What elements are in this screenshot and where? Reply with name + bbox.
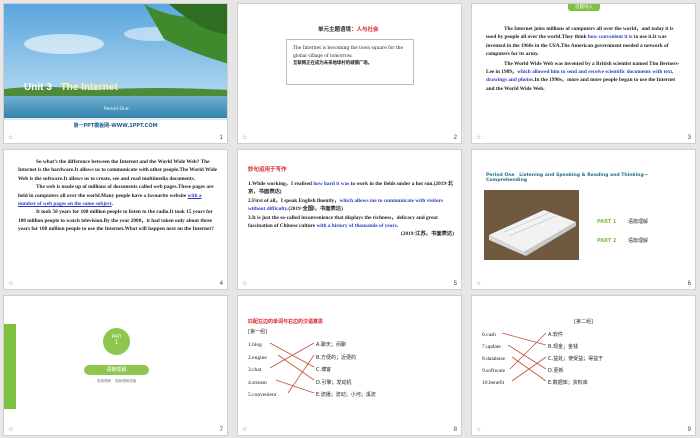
passage-paragraph-1: The Internet joins millions of computers… <box>486 25 684 59</box>
star-icon: ☆ <box>242 427 248 433</box>
passage-paragraph-2: The web is made up of millions of docume… <box>18 183 218 208</box>
quote-en-2: global village of tomorrow. <box>293 53 353 59</box>
part-1-label: PART 1 <box>597 219 617 225</box>
meaning-e: E.流播；流动；小河；溪流 <box>316 392 376 398</box>
star-icon: ☆ <box>242 281 248 287</box>
theme-topic: 人与社会 <box>356 27 379 33</box>
sentence-3: 3.It is just the so-called inconvenience… <box>248 214 454 231</box>
meaning-b: B.现金；金钱 <box>548 344 579 350</box>
slide-thumbnail-3[interactable]: 话题导入 The Internet joins millions of comp… <box>471 3 696 144</box>
book-photo <box>484 190 579 260</box>
unit-title: Unit 3 The Internet <box>24 82 118 93</box>
part-1-row[interactable]: PART 1 语篇理解 <box>597 218 648 225</box>
slide-number: 5 <box>453 281 457 287</box>
match-line <box>275 379 315 394</box>
slide-number: 6 <box>687 281 691 287</box>
meaning-e: E.数据库；资料库 <box>548 380 588 386</box>
part-2-title: 语篇理解 <box>627 238 648 244</box>
slide-thumbnail-7[interactable]: PART 1 语篇理解 语篇理解 语篇理解语篇 ☆ 7 <box>3 295 228 436</box>
slide-number: 8 <box>453 427 457 433</box>
period-heading: Period One Listening and Speaking & Read… <box>486 173 649 183</box>
match-line <box>277 354 315 381</box>
part-1-title: 语篇理解 <box>627 219 648 225</box>
sentence-1: 1.While working，I realised how hard it w… <box>248 180 454 197</box>
slide-number: 1 <box>219 135 223 141</box>
star-icon: ☆ <box>476 135 482 141</box>
match-line <box>509 332 547 370</box>
slide-thumbnail-8[interactable]: 匹配左边的单词与右边的汉语意思 [第一组] 1.blog 2.engine 3.… <box>237 295 462 436</box>
slide-thumbnail-9[interactable]: [第二组] 6.cash 7.update 8.database 9.softw… <box>471 295 696 436</box>
meaning-b: B.方便的；近便的 <box>316 354 357 361</box>
unit-label: Unit 3 <box>24 82 52 93</box>
quote-box: The Internet is becoming the town square… <box>286 39 414 85</box>
meaning-c: C.益处；使受益；得益于 <box>548 356 604 362</box>
match-line <box>287 354 315 394</box>
section-sub: 语篇理解 语篇理解语篇 <box>96 379 137 383</box>
example-sentences: 1.While working，I realised how hard it w… <box>248 180 454 239</box>
text-run: . <box>396 223 399 230</box>
highlight-text: with a history of thousands of years <box>316 223 397 230</box>
star-icon: ☆ <box>242 135 248 141</box>
meaning-a: A.聊天；闲聊 <box>316 342 346 348</box>
slide-number: 9 <box>687 427 691 433</box>
star-icon: ☆ <box>476 427 482 433</box>
part-2-label: PART 2 <box>597 238 617 244</box>
theme-heading: 单元主题语境：人与社会 <box>318 25 379 33</box>
reading-passage: So what’s the difference between the Int… <box>18 158 218 234</box>
quote-cn: 互联网正在成为未来地球村的城镇广场。 <box>293 61 373 66</box>
part-2-row[interactable]: PART 2 语篇理解 <box>597 237 648 244</box>
slide-thumbnail-6[interactable]: Period One Listening and Speaking & Read… <box>471 149 696 290</box>
passage-paragraph-2: The World Wide Web was invented by a Bri… <box>486 60 684 94</box>
passage-paragraph-1: So what’s the difference between the Int… <box>18 159 218 182</box>
sentence-3-source: (2019·江苏，书面表达) <box>401 231 454 238</box>
slide-number: 7 <box>219 427 223 433</box>
lesson-title: The Internet <box>60 82 118 93</box>
theme-prefix: 单元主题语境： <box>318 27 357 33</box>
text-run: 1.While working，I realised <box>248 181 314 187</box>
period-label: Period One <box>104 107 129 112</box>
part-number: 1 <box>114 339 119 346</box>
sentence-2: 2.First of all，I speak English fluently，… <box>248 197 454 214</box>
slide-thumbnail-4[interactable]: So what’s the difference between the Int… <box>3 149 228 290</box>
text-run: 2.First of all，I speak English fluently， <box>248 197 340 204</box>
passage-paragraph-3: It took 50 years for 100 million people … <box>18 209 214 233</box>
section-label-pill: 语篇理解 <box>84 365 149 375</box>
reading-passage: The Internet joins millions of computers… <box>486 25 684 93</box>
right-meanings: A.聊天；闲聊 B.方便的；近便的 C.博客 D.引擎；发动机 E.流播；流动；… <box>316 339 376 402</box>
meaning-d: D.更新 <box>548 368 564 374</box>
footer-text: 第一PPT模板网-WWW.1PPT.COM <box>73 123 158 129</box>
right-meanings: A.软件 B.现金；金钱 C.益处；使受益；得益于 D.更新 E.数据库；资料库 <box>548 329 603 389</box>
star-icon: ☆ <box>8 135 14 141</box>
left-accent-bar <box>4 324 16 409</box>
highlight-text: how hard it was <box>313 181 350 187</box>
text-run: .(2019·全国Ⅰ，书面表达) <box>287 206 343 213</box>
star-icon: ☆ <box>476 281 482 287</box>
star-icon: ☆ <box>8 281 14 287</box>
meaning-a: A.软件 <box>548 332 563 338</box>
meaning-d: D.引擎；发动机 <box>316 379 352 386</box>
slide-thumbnail-2[interactable]: 单元主题语境：人与社会 The Internet is becoming the… <box>237 3 462 144</box>
star-icon: ☆ <box>8 427 14 433</box>
slide-number: 4 <box>219 281 223 287</box>
part-circle: PART 1 <box>103 328 130 355</box>
highlight-text: how convenient it is <box>587 34 633 41</box>
section-heading: 妙句运用于写作 <box>248 167 287 173</box>
slide-thumbnail-5[interactable]: 妙句运用于写作 1.While working，I realised how h… <box>237 149 462 290</box>
slide-number: 3 <box>687 135 691 141</box>
slide-thumbnail-1[interactable]: Unit 3 The Internet Period One 第一PPT模板网-… <box>3 3 228 144</box>
text-run: The web is made up of millions of docume… <box>18 184 214 199</box>
slide-number: 2 <box>453 135 457 141</box>
match-line <box>501 332 547 346</box>
quote-en-1: The Internet is becoming the town square… <box>293 46 404 51</box>
text-run: . <box>111 201 113 208</box>
meaning-c: C.博客 <box>316 367 332 373</box>
section-tab: 话题导入 <box>568 4 600 11</box>
